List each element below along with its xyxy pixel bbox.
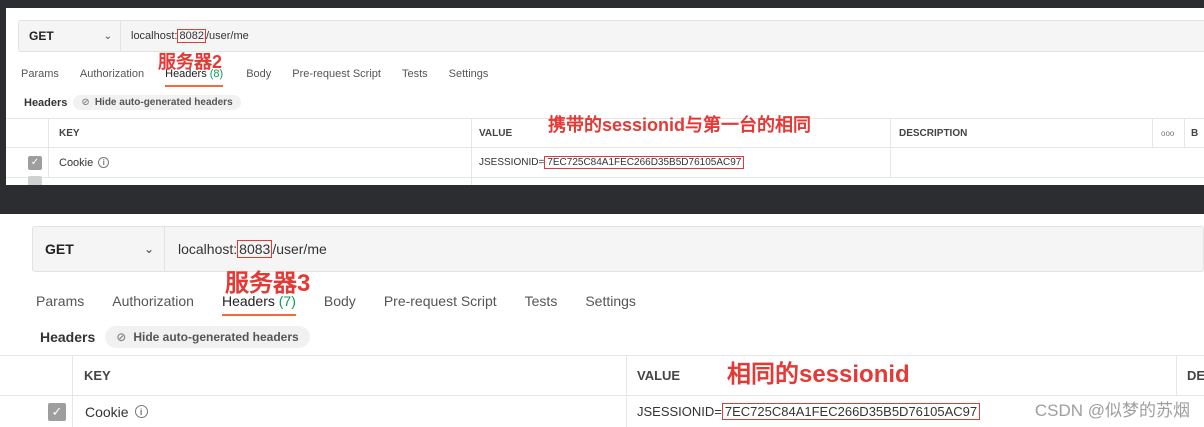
method-select[interactable]: GET ⌄ — [33, 227, 165, 271]
header-key-cell[interactable]: Cookie i — [48, 148, 110, 177]
tab-body[interactable]: Body — [246, 68, 271, 80]
url-host: localhost: — [131, 30, 178, 42]
table-row-empty — [6, 175, 1204, 185]
header-value-prefix: JSESSIONID= — [479, 157, 545, 168]
tab-headers-label: Headers — [165, 68, 207, 80]
header-value-cell[interactable]: JSESSIONID= 7EC725C84A1FEC266D35B5D76105A… — [626, 396, 981, 427]
table-row: ✓ Cookie i JSESSIONID= 7EC725C84A1FEC266D… — [6, 147, 1204, 177]
tab-headers[interactable]: Headers (7) — [221, 293, 296, 316]
chevron-down-icon: ⌄ — [143, 242, 154, 256]
url-port-highlight: 8083 — [237, 240, 273, 258]
tab-params[interactable]: Params — [36, 293, 84, 309]
eye-off-icon: ⊘ — [81, 97, 90, 108]
method-label: GET — [29, 29, 54, 43]
session-id-highlight: 7EC725C84A1FEC266D35B5D76105AC97 — [721, 403, 981, 420]
tab-settings[interactable]: Settings — [585, 293, 636, 309]
tab-headers-count: (8) — [209, 68, 224, 80]
check-icon: ✓ — [48, 402, 66, 421]
session-id-highlight: 7EC725C84A1FEC266D35B5D76105AC97 — [544, 156, 745, 169]
bulk-edit-button[interactable]: B — [1184, 119, 1198, 147]
row-checkbox[interactable]: ✓ — [48, 396, 66, 427]
table-row: ✓ Cookie i JSESSIONID= 7EC725C84A1FEC266D… — [0, 395, 1204, 427]
header-key: Cookie — [85, 403, 129, 420]
column-value: VALUE — [626, 356, 680, 395]
headers-section-label: Headers — [40, 329, 96, 345]
row-checkbox[interactable]: ✓ — [28, 148, 42, 177]
tab-settings[interactable]: Settings — [449, 68, 489, 80]
column-description: DESCRIPTION — [890, 119, 967, 147]
annotation-same-session: 相同的sessionid — [727, 361, 910, 388]
method-select[interactable]: GET ⌄ — [19, 21, 121, 51]
headers-section-label: Headers — [24, 96, 68, 109]
url-path: /user/me — [205, 30, 249, 42]
request-panel-server2: GET ⌄ localhost: 8082/user/me 服务器2 Params… — [6, 8, 1204, 185]
header-value-cell[interactable]: JSESSIONID= 7EC725C84A1FEC266D35B5D76105A… — [471, 148, 745, 177]
check-icon: ✓ — [28, 155, 42, 170]
hide-auto-headers-button[interactable]: ⊘ Hide auto-generated headers — [73, 95, 241, 110]
chevron-down-icon: ⌄ — [103, 30, 112, 42]
tab-pre-request-script[interactable]: Pre-request Script — [292, 68, 381, 80]
tab-headers-count: (7) — [278, 293, 296, 309]
header-key-cell[interactable]: Cookie i — [72, 396, 148, 427]
headers-toolbar: Headers ⊘ Hide auto-generated headers — [40, 326, 310, 348]
url-bar: GET ⌄ localhost: 8083/user/me — [32, 226, 1204, 272]
request-tabs: Params Authorization Headers (7) Body Pr… — [36, 293, 636, 316]
hide-auto-headers-button[interactable]: ⊘ Hide auto-generated headers — [105, 326, 310, 348]
hide-auto-headers-label: Hide auto-generated headers — [133, 330, 299, 344]
url-input[interactable]: localhost: 8082/user/me — [121, 21, 249, 51]
annotation-same-session: 携带的sessionid与第一台的相同 — [548, 115, 812, 135]
tab-authorization[interactable]: Authorization — [80, 68, 144, 80]
checkbox-icon — [28, 175, 42, 185]
column-description: DE — [1176, 356, 1204, 395]
row-checkbox-empty[interactable] — [28, 175, 42, 185]
tab-params[interactable]: Params — [21, 68, 59, 80]
header-value-prefix: JSESSIONID= — [637, 404, 722, 419]
tab-headers-label: Headers — [221, 293, 275, 309]
tab-tests[interactable]: Tests — [525, 293, 558, 309]
url-port-highlight: 8082 — [177, 29, 206, 43]
tab-tests[interactable]: Tests — [402, 68, 428, 80]
tab-authorization[interactable]: Authorization — [112, 293, 194, 309]
empty-value-cell[interactable] — [471, 178, 472, 185]
column-key: KEY — [48, 119, 80, 147]
tab-pre-request-script[interactable]: Pre-request Script — [384, 293, 497, 309]
info-icon: i — [98, 157, 110, 168]
header-key: Cookie — [59, 156, 94, 169]
info-icon: i — [134, 405, 148, 418]
tab-headers[interactable]: Headers (8) — [165, 68, 224, 87]
headers-table: KEY VALUE DE ✓ Cookie i JSESSIONID= 7EC72… — [0, 355, 1204, 427]
request-tabs: Params Authorization Headers (8) Body Pr… — [21, 68, 489, 87]
url-path: /user/me — [272, 241, 327, 257]
request-panel-server3: GET ⌄ localhost: 8083/user/me 服务器3 Params… — [0, 214, 1204, 427]
hide-auto-headers-label: Hide auto-generated headers — [94, 97, 233, 108]
more-options-icon[interactable]: ooo — [1152, 119, 1174, 147]
csdn-watermark: CSDN @似梦的苏烟 — [1034, 401, 1190, 420]
column-value: VALUE — [471, 119, 512, 147]
header-description-cell[interactable] — [890, 148, 1204, 177]
eye-off-icon: ⊘ — [116, 330, 127, 344]
method-label: GET — [45, 241, 74, 257]
url-host: localhost: — [178, 241, 238, 257]
headers-toolbar: Headers ⊘ Hide auto-generated headers — [24, 95, 241, 110]
column-key: KEY — [72, 356, 111, 395]
tab-body[interactable]: Body — [324, 293, 356, 309]
table-header-row: KEY VALUE DE — [0, 355, 1204, 395]
